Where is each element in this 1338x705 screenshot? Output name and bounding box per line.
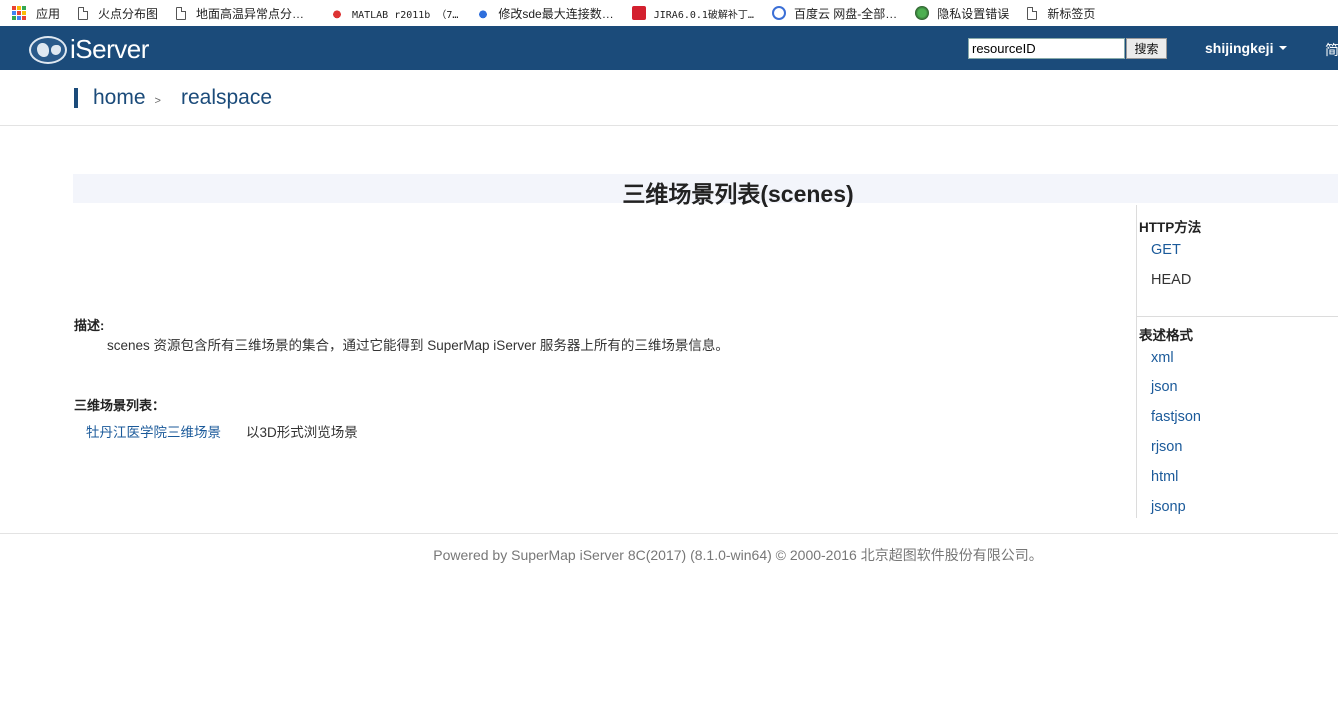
logo-text: iServer [70, 34, 149, 65]
bookmark-label: JIRA6.0.1破解补丁… [653, 9, 754, 21]
caret-down-icon [1279, 46, 1288, 50]
bookmarks-bar: 应用 火点分布图 地面高温异常点分… MATLAB r2011b （7… 修改s… [0, 0, 1338, 26]
http-method-get[interactable]: GET [1151, 242, 1181, 258]
baidu-cloud-icon [771, 6, 786, 20]
bookmark-label: 隐私设置错误 [937, 6, 1010, 21]
page-icon [176, 6, 187, 20]
globe-logo-icon [29, 35, 67, 64]
page-title: 三维场景列表(scenes) [622, 181, 854, 207]
bookmark-label: MATLAB r2011b （7… [352, 9, 459, 21]
baidu-paw-icon [330, 6, 345, 20]
iserver-logo[interactable]: iServer [29, 34, 149, 65]
scene-3d-view-link[interactable]: 以3D形式浏览场景 [246, 421, 358, 441]
globe-icon [915, 6, 930, 20]
bookmark-label: 百度云 网盘-全部… [793, 6, 898, 21]
bookmark-privacy[interactable]: 隐私设置错误 [915, 0, 1009, 26]
bookmark-label: 修改sde最大连接数… [498, 6, 614, 21]
footer-text: Powered by SuperMap iServer 8C(2017) (8.… [433, 547, 1043, 563]
scene-link[interactable]: 牡丹江医学院三维场景 [86, 421, 221, 441]
bookmark-jira[interactable]: JIRA6.0.1破解补丁… [631, 0, 754, 26]
formats-heading: 表述格式 [1139, 328, 1193, 343]
footer-divider [0, 533, 1338, 534]
logo-main: Server [75, 34, 149, 64]
description-text: scenes 资源包含所有三维场景的集合，通过它能得到 SuperMap iSe… [107, 338, 729, 353]
bookmark-baidu-cloud[interactable]: 百度云 网盘-全部… [771, 0, 898, 26]
site-header: iServer 搜索 shijingkeji 简 [0, 26, 1338, 70]
user-menu[interactable]: shijingkeji [1205, 40, 1288, 56]
bookmark-apps[interactable]: 应用 [12, 0, 60, 26]
format-xml[interactable]: xml [1151, 350, 1174, 366]
format-html[interactable]: html [1151, 469, 1178, 485]
baidu-paw-icon [476, 6, 491, 20]
bookmark-label: 火点分布图 [98, 6, 159, 21]
breadcrumb-current[interactable]: realspace [181, 86, 272, 110]
http-methods-heading: HTTP方法 [1139, 220, 1202, 235]
description-label: 描述: [74, 318, 105, 333]
sidebar-divider [1137, 316, 1338, 317]
search-input[interactable] [968, 38, 1125, 59]
format-jsonp[interactable]: jsonp [1151, 499, 1186, 515]
scene-list-label: 三维场景列表： [74, 398, 166, 413]
language-switch[interactable]: 简 [1325, 40, 1338, 60]
bookmark-matlab[interactable]: MATLAB r2011b （7… [330, 0, 458, 26]
format-rjson[interactable]: rjson [1151, 439, 1182, 455]
http-method-head: HEAD [1151, 272, 1192, 288]
page-icon [1027, 6, 1038, 20]
breadcrumb-home[interactable]: home [93, 86, 146, 110]
c-logo-icon [631, 6, 646, 20]
right-sidebar: HTTP方法 GET HEAD 表述格式 xml json fastjson r… [1136, 205, 1338, 518]
bookmark-fire-map[interactable]: 火点分布图 [78, 0, 158, 26]
bookmark-new-tab[interactable]: 新标签页 [1027, 0, 1095, 26]
bookmark-label: 地面高温异常点分… [196, 6, 305, 21]
user-name: shijingkeji [1205, 40, 1274, 56]
bookmark-sde[interactable]: 修改sde最大连接数… [476, 0, 614, 26]
header-divider [0, 125, 1338, 126]
bookmark-ground-temp[interactable]: 地面高温异常点分… [176, 0, 304, 26]
apps-grid-icon [12, 6, 26, 20]
bookmark-label: 新标签页 [1047, 6, 1096, 21]
bookmark-label: 应用 [36, 6, 61, 21]
format-fastjson[interactable]: fastjson [1151, 409, 1201, 425]
page-icon [78, 6, 89, 20]
breadcrumb: home > realspace [74, 86, 272, 110]
search-button[interactable]: 搜索 [1126, 38, 1167, 59]
format-json[interactable]: json [1151, 379, 1178, 395]
breadcrumb-separator: > [154, 95, 161, 107]
